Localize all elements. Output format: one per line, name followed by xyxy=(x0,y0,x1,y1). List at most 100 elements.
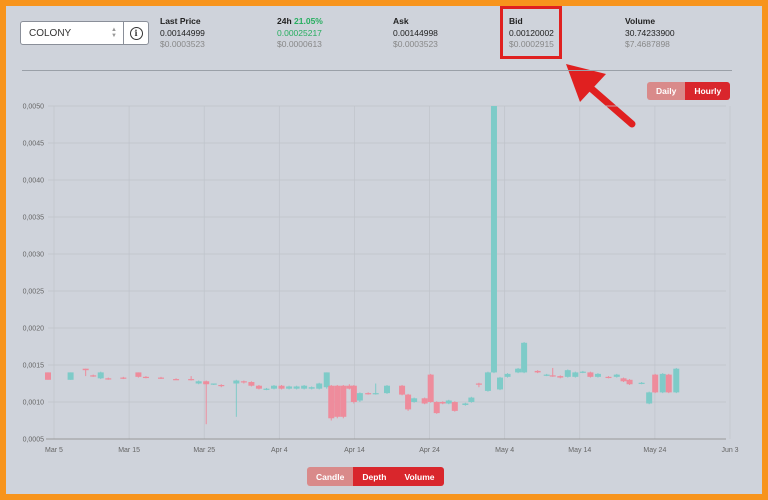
candle xyxy=(475,383,482,385)
candle xyxy=(620,378,627,382)
candle xyxy=(328,385,335,419)
candle xyxy=(515,368,522,373)
candle xyxy=(248,382,255,386)
candle xyxy=(490,106,497,373)
candle xyxy=(638,382,645,384)
y-tick-label: 0,0050 xyxy=(23,104,45,111)
candle xyxy=(301,385,308,389)
depth-button[interactable]: Depth xyxy=(353,467,396,486)
candle xyxy=(572,372,579,377)
x-tick-label: May 4 xyxy=(495,447,514,454)
candle xyxy=(45,372,51,380)
candle xyxy=(557,376,564,378)
candle xyxy=(135,372,142,377)
candle xyxy=(82,368,89,371)
candle xyxy=(652,374,659,393)
candle xyxy=(316,383,323,389)
candle xyxy=(263,388,270,390)
candle xyxy=(173,379,180,381)
y-tick-label: 0,0045 xyxy=(23,141,45,148)
candle xyxy=(399,385,406,395)
candle xyxy=(203,381,210,385)
candle xyxy=(384,385,390,394)
candle xyxy=(365,393,372,395)
candle xyxy=(433,402,440,414)
y-tick-label: 0,0015 xyxy=(23,363,45,370)
candle xyxy=(405,394,412,410)
candle xyxy=(218,384,225,387)
candle xyxy=(534,370,541,373)
candle xyxy=(549,375,556,377)
volume-button[interactable]: Volume xyxy=(395,467,444,486)
candle xyxy=(350,385,357,402)
candle xyxy=(142,376,149,379)
candle xyxy=(427,374,434,402)
candle xyxy=(605,376,612,379)
candle xyxy=(673,368,680,393)
candle xyxy=(543,374,550,376)
y-tick-label: 0,0025 xyxy=(23,289,45,296)
candle xyxy=(451,402,458,411)
candle xyxy=(484,372,491,391)
x-tick-label: Mar 15 xyxy=(118,447,140,454)
candle xyxy=(468,397,475,402)
candle xyxy=(158,377,164,379)
candle xyxy=(411,398,418,402)
y-tick-label: 0,0005 xyxy=(23,437,45,444)
candle xyxy=(356,393,363,401)
candle xyxy=(564,370,571,377)
candle xyxy=(97,372,104,379)
candle xyxy=(579,371,586,373)
candle xyxy=(646,392,653,404)
candle xyxy=(659,373,666,393)
x-tick-label: Apr 4 xyxy=(271,447,288,454)
candles xyxy=(45,106,680,425)
candle xyxy=(278,385,285,389)
candle xyxy=(587,372,594,377)
candle xyxy=(195,381,202,384)
candle xyxy=(340,385,347,417)
x-tick-label: Apr 14 xyxy=(344,447,365,454)
candle-button[interactable]: Candle xyxy=(307,467,354,486)
x-tick-label: Mar 5 xyxy=(45,447,63,454)
price-chart[interactable]: 0,0005 0,0010 0,0015 0,0020 0,0025 0,0030 0,00… xyxy=(6,6,762,462)
candle xyxy=(665,374,672,393)
candle xyxy=(323,372,330,388)
y-tick-label: 0,0040 xyxy=(23,178,45,185)
candle xyxy=(308,387,315,389)
candle xyxy=(67,372,74,380)
y-tick-label: 0,0020 xyxy=(23,326,45,333)
candle xyxy=(90,375,97,377)
candle xyxy=(210,383,217,385)
candle xyxy=(504,373,511,377)
candle xyxy=(271,385,277,389)
app-frame: COLONY ▲ ▼ i Last Price 0.00144999 $0.000… xyxy=(0,0,768,500)
candle xyxy=(439,402,446,404)
candle xyxy=(286,386,293,389)
candle xyxy=(293,386,300,389)
candle xyxy=(105,378,112,380)
candle xyxy=(255,385,262,389)
candle xyxy=(626,379,633,385)
candle xyxy=(521,342,528,373)
candle xyxy=(233,380,240,384)
x-axis-labels: Mar 5 Mar 15 Mar 25 Apr 4 Apr 14 Apr 24 May 4 M… xyxy=(45,447,739,454)
candle xyxy=(120,377,127,379)
x-tick-label: May 24 xyxy=(643,447,666,454)
x-tick-label: Mar 25 xyxy=(193,447,215,454)
y-axis-labels: 0,0005 0,0010 0,0015 0,0020 0,0025 0,0030 0,00… xyxy=(23,104,45,444)
candle xyxy=(240,381,247,383)
candle xyxy=(188,379,195,381)
x-tick-label: May 14 xyxy=(568,447,591,454)
candle xyxy=(497,377,503,390)
candle xyxy=(334,385,341,417)
candle xyxy=(445,400,452,404)
candle xyxy=(421,398,428,404)
candle xyxy=(372,393,379,395)
x-tick-label: Jun 3 xyxy=(721,447,738,454)
y-tick-label: 0,0010 xyxy=(23,400,45,407)
candle xyxy=(462,403,469,405)
view-toggle: Candle Depth Volume xyxy=(307,467,444,486)
x-tick-label: Apr 24 xyxy=(419,447,440,454)
candle xyxy=(613,374,620,377)
